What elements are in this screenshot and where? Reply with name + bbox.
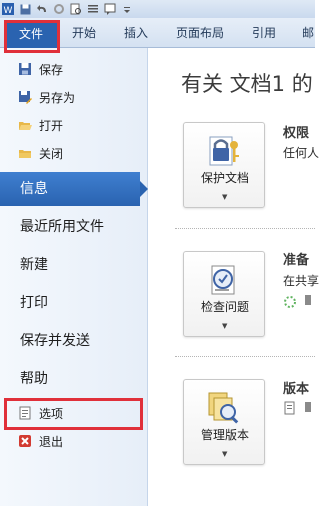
manage-versions-icon xyxy=(206,390,242,426)
chevron-down-icon: ▼ xyxy=(222,450,228,458)
chevron-down-icon: ▼ xyxy=(222,193,228,201)
permissions-heading: 权限 xyxy=(283,126,310,141)
tab-home[interactable]: 开始 xyxy=(72,18,96,48)
nav-save-as-label: 另存为 xyxy=(39,90,76,105)
check-issues-button[interactable]: 检查问题 ▼ xyxy=(183,251,265,337)
document-version-icon xyxy=(283,400,297,415)
backstage-nav: 保存 另存为 打开 关闭 信息 最近所用文件 新建 打印 保存并发送 帮助 选项… xyxy=(0,48,148,506)
truncated-text-fragment xyxy=(305,295,311,305)
comment-icon[interactable] xyxy=(104,3,116,15)
exit-icon xyxy=(18,434,32,448)
nav-options-label: 选项 xyxy=(39,406,64,421)
folder-open-icon xyxy=(18,118,32,132)
versions-heading: 版本 xyxy=(283,382,310,397)
tab-mailings[interactable]: 邮 xyxy=(302,18,314,48)
save-icon xyxy=(18,62,32,76)
manage-versions-label: 管理版本 xyxy=(200,428,249,442)
quick-access-toolbar: W xyxy=(0,0,315,18)
protect-document-button[interactable]: 保护文档 ▼ xyxy=(183,122,265,208)
word-app-icon[interactable]: W xyxy=(2,3,14,15)
loading-spinner-icon xyxy=(283,294,297,308)
tab-page-layout[interactable]: 页面布局 xyxy=(176,18,224,48)
nav-new[interactable]: 新建 xyxy=(20,247,148,283)
truncated-text-fragment xyxy=(305,402,311,412)
nav-help[interactable]: 帮助 xyxy=(20,361,148,397)
nav-print[interactable]: 打印 xyxy=(20,285,148,321)
nav-open[interactable]: 打开 xyxy=(18,114,63,136)
svg-text:W: W xyxy=(4,6,13,15)
page-title: 有关 文档1 的 xyxy=(181,72,313,96)
nav-exit[interactable]: 退出 xyxy=(18,430,63,452)
nav-info-label: 信息 xyxy=(20,181,48,197)
save-icon[interactable] xyxy=(19,3,31,15)
nav-save[interactable]: 保存 xyxy=(18,58,63,80)
permissions-text: 任何人 xyxy=(283,146,320,160)
redo-icon[interactable] xyxy=(53,3,65,15)
nav-close-label: 关闭 xyxy=(39,146,64,161)
tab-insert[interactable]: 插入 xyxy=(124,18,148,48)
nav-options[interactable]: 选项 xyxy=(18,402,63,424)
manage-versions-button[interactable]: 管理版本 ▼ xyxy=(183,379,265,465)
options-icon xyxy=(18,406,32,420)
chevron-down-icon: ▼ xyxy=(222,322,228,330)
print-preview-icon[interactable] xyxy=(70,3,82,15)
nav-exit-label: 退出 xyxy=(39,434,64,449)
info-content: 有关 文档1 的 保护文档 ▼ 权限 任何人 检查问题 ▼ 准备 在共享 管理版… xyxy=(149,48,319,506)
tab-file[interactable]: 文件 xyxy=(4,22,58,48)
tab-references[interactable]: 引用 xyxy=(252,18,276,48)
section-divider xyxy=(175,356,315,357)
protect-document-label: 保护文档 xyxy=(200,171,249,185)
nav-save-and-send[interactable]: 保存并发送 xyxy=(20,323,148,359)
section-divider xyxy=(175,228,315,229)
undo-icon[interactable] xyxy=(36,3,48,15)
inspect-document-icon xyxy=(206,262,242,298)
ribbon-tab-bar: 文件 开始 插入 页面布局 引用 邮 xyxy=(0,18,315,48)
folder-close-icon xyxy=(18,146,32,160)
list-icon[interactable] xyxy=(87,3,99,15)
nav-close[interactable]: 关闭 xyxy=(18,142,63,164)
nav-save-as[interactable]: 另存为 xyxy=(18,86,75,108)
check-issues-label: 检查问题 xyxy=(200,300,249,314)
nav-info[interactable]: 信息 xyxy=(0,172,148,206)
nav-open-label: 打开 xyxy=(39,118,64,133)
prepare-text: 在共享 xyxy=(283,274,320,288)
nav-recent[interactable]: 最近所用文件 xyxy=(20,209,148,245)
save-as-icon xyxy=(18,90,32,104)
customize-toolbar-icon[interactable] xyxy=(121,3,133,15)
nav-save-label: 保存 xyxy=(39,62,64,77)
lock-key-icon xyxy=(206,133,242,169)
prepare-heading: 准备 xyxy=(283,253,310,268)
